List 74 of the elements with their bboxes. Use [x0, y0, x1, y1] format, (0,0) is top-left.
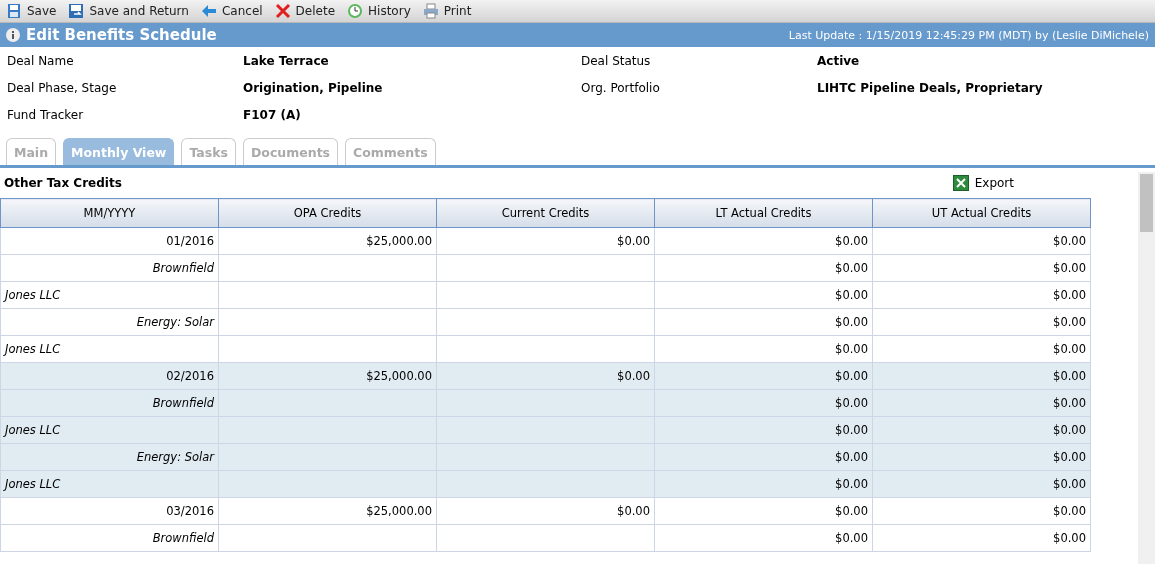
table-cell: Jones LLC: [5, 477, 61, 491]
table-cell: $0.00: [617, 504, 650, 518]
table-cell: Brownfield: [152, 531, 214, 545]
table-cell: Energy: Solar: [136, 450, 214, 464]
table-cell: Jones LLC: [5, 288, 61, 302]
page-title: Edit Benefits Schedule: [26, 26, 218, 44]
save-button[interactable]: Save: [4, 3, 59, 19]
table-cell: Jones LLC: [5, 342, 61, 356]
table-cell: $0.00: [835, 396, 868, 410]
table-cell: $0.00: [1053, 369, 1086, 383]
table-cell: $0.00: [835, 288, 868, 302]
history-button[interactable]: History: [345, 3, 413, 19]
table-cell: Brownfield: [152, 396, 214, 410]
table-cell: $0.00: [1053, 396, 1086, 410]
table-cell: $0.00: [835, 477, 868, 491]
field-label: Deal Status: [581, 53, 652, 68]
delete-button[interactable]: Delete: [272, 3, 338, 19]
column-header: MM/YYYY: [0, 198, 219, 228]
print-button[interactable]: Print: [420, 3, 474, 19]
field-value: LIHTC Pipeline Deals, Proprietary: [817, 80, 1044, 95]
field-value: Origination, Pipeline: [243, 80, 384, 95]
table-cell: $0.00: [835, 423, 868, 437]
delete-icon: [274, 3, 291, 19]
field-label: Deal Phase, Stage: [7, 80, 118, 95]
column-header: LT Actual Credits: [654, 198, 873, 228]
clock-icon: [347, 3, 364, 19]
table-cell: 02/2016: [166, 369, 214, 383]
printer-icon: [422, 3, 439, 19]
last-update-text: Last Update : 1/15/2019 12:45:29 PM (MDT) by (Leslie DiMichele): [788, 28, 1149, 42]
table-cell: $0.00: [1053, 315, 1086, 329]
left-arrow-icon: [200, 4, 217, 18]
table-cell: $0.00: [835, 531, 868, 545]
field-value: Active: [817, 53, 861, 68]
field-value: F107 (A): [243, 107, 302, 122]
column-header: Current Credits: [436, 198, 655, 228]
table-cell: $0.00: [1053, 234, 1086, 248]
save-return-button[interactable]: Save and Return: [66, 3, 191, 19]
table-cell: $0.00: [1053, 261, 1086, 275]
table-cell: $25,000.00: [366, 504, 432, 518]
table-cell: $0.00: [835, 342, 868, 356]
table-cell: $0.00: [835, 369, 868, 383]
table-cell: Energy: Solar: [136, 315, 214, 329]
table-cell: $0.00: [835, 315, 868, 329]
table-cell: $25,000.00: [366, 234, 432, 248]
table-cell: $0.00: [835, 234, 868, 248]
field-label: Fund Tracker: [7, 107, 85, 122]
export-button[interactable]: Export: [952, 175, 1014, 191]
table-cell: $0.00: [1053, 423, 1086, 437]
table-cell: $0.00: [1053, 342, 1086, 356]
table-cell: 03/2016: [166, 504, 214, 518]
table-cell: $0.00: [835, 261, 868, 275]
info-icon: [6, 28, 20, 42]
table-cell: Brownfield: [152, 261, 214, 275]
table-cell: $0.00: [835, 504, 868, 518]
table-cell: $0.00: [1053, 477, 1086, 491]
column-header: UT Actual Credits: [872, 198, 1091, 228]
scrollbar[interactable]: [1138, 172, 1155, 564]
table-cell: $0.00: [835, 450, 868, 464]
table-cell: $0.00: [1053, 504, 1086, 518]
table-cell: $0.00: [1053, 450, 1086, 464]
field-label: Org. Portfolio: [581, 80, 661, 95]
section-title: Other Tax Credits: [4, 176, 122, 190]
table-cell: 01/2016: [166, 234, 214, 248]
table-cell: $0.00: [617, 369, 650, 383]
cancel-button[interactable]: Cancel: [198, 4, 265, 18]
table-cell: Jones LLC: [5, 423, 61, 437]
field-label: Deal Name: [7, 53, 75, 68]
field-value: Lake Terrace: [243, 53, 330, 68]
table-cell: $25,000.00: [366, 369, 432, 383]
table-cell: $0.00: [617, 234, 650, 248]
spreadsheet-icon: [952, 175, 969, 191]
table-cell: $0.00: [1053, 531, 1086, 545]
table-cell: $0.00: [1053, 288, 1086, 302]
column-header: OPA Credits: [218, 198, 437, 228]
